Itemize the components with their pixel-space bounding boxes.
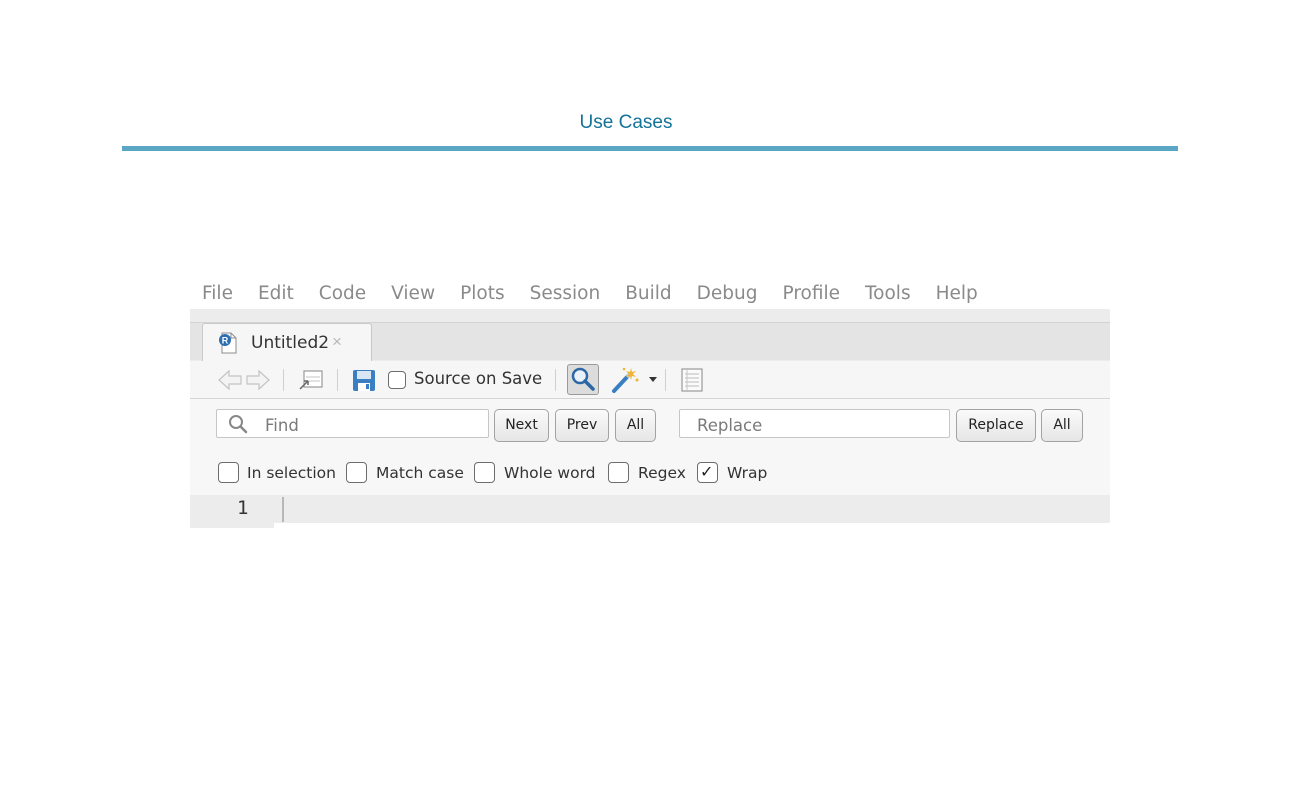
wrap-checkbox[interactable]: ✓	[697, 462, 718, 483]
find-all-button[interactable]: All	[615, 409, 656, 442]
editor-tab[interactable]: R Untitled2 ×	[202, 323, 372, 362]
find-placeholder: Find	[265, 416, 299, 435]
menu-file[interactable]: File	[202, 283, 233, 304]
replace-button[interactable]: Replace	[956, 409, 1036, 442]
in-selection-checkbox[interactable]	[218, 462, 239, 483]
editor-toolbar: Source on Save	[190, 361, 1110, 399]
match-case-label: Match case	[376, 464, 464, 482]
menu-build[interactable]: Build	[625, 283, 671, 304]
compile-report-icon[interactable]	[680, 368, 704, 392]
whole-word-checkbox[interactable]	[474, 462, 495, 483]
back-forward-arrows-icon[interactable]	[217, 369, 271, 391]
show-in-window-icon[interactable]	[298, 369, 324, 391]
toolbar-separator	[283, 369, 284, 391]
menu-tools[interactable]: Tools	[865, 283, 911, 304]
wrap-label: Wrap	[727, 464, 768, 482]
find-replace-toggle-button[interactable]	[567, 364, 599, 395]
toolbar-separator	[337, 369, 338, 391]
editor-bottom-edge	[274, 523, 1110, 529]
replace-all-button[interactable]: All	[1041, 409, 1083, 442]
find-next-button[interactable]: Next	[494, 409, 549, 442]
menu-edit[interactable]: Edit	[258, 283, 294, 304]
tab-underline	[122, 146, 1178, 151]
regex-checkbox[interactable]	[608, 462, 629, 483]
match-case-checkbox[interactable]	[346, 462, 367, 483]
menu-code[interactable]: Code	[319, 283, 366, 304]
magic-wand-icon[interactable]	[610, 366, 640, 394]
chevron-down-icon[interactable]	[648, 376, 658, 384]
line-gutter: 1	[202, 495, 274, 528]
close-icon[interactable]: ×	[332, 332, 342, 352]
menu-profile[interactable]: Profile	[782, 283, 840, 304]
replace-input[interactable]: Replace	[679, 409, 950, 438]
use-cases-tab[interactable]: Use Cases	[0, 112, 1252, 134]
menu-help[interactable]: Help	[936, 283, 978, 304]
toolbar-separator	[555, 369, 556, 391]
find-replace-bar: Find Next Prev All Replace Replace All I…	[190, 399, 1110, 495]
source-editor-panel: R Untitled2 × Source on Save Find Next P…	[190, 309, 1110, 529]
replace-placeholder: Replace	[697, 416, 763, 435]
menu-session[interactable]: Session	[530, 283, 601, 304]
menu-bar: File Edit Code View Plots Session Build …	[190, 280, 991, 306]
find-prev-button[interactable]: Prev	[555, 409, 609, 442]
source-on-save-label: Source on Save	[414, 369, 543, 388]
save-icon[interactable]	[352, 369, 376, 392]
regex-label: Regex	[638, 464, 686, 482]
menu-debug[interactable]: Debug	[697, 283, 758, 304]
text-cursor	[282, 497, 284, 522]
line-number: 1	[237, 497, 249, 519]
code-editor[interactable]: 1	[190, 495, 1110, 528]
find-input[interactable]: Find	[216, 409, 489, 438]
in-selection-label: In selection	[247, 464, 336, 482]
checkmark-icon: ✓	[700, 462, 714, 481]
editor-tab-title: Untitled2	[251, 333, 330, 353]
menu-plots[interactable]: Plots	[460, 283, 505, 304]
search-icon	[229, 415, 248, 434]
toolbar-separator	[665, 369, 666, 391]
editor-tab-bar: R Untitled2 ×	[190, 322, 1110, 362]
whole-word-label: Whole word	[504, 464, 596, 482]
svg-text:R: R	[222, 336, 229, 346]
search-icon	[571, 367, 595, 391]
menu-view[interactable]: View	[391, 283, 435, 304]
r-file-icon: R	[219, 332, 237, 354]
source-on-save-checkbox[interactable]	[388, 371, 406, 389]
